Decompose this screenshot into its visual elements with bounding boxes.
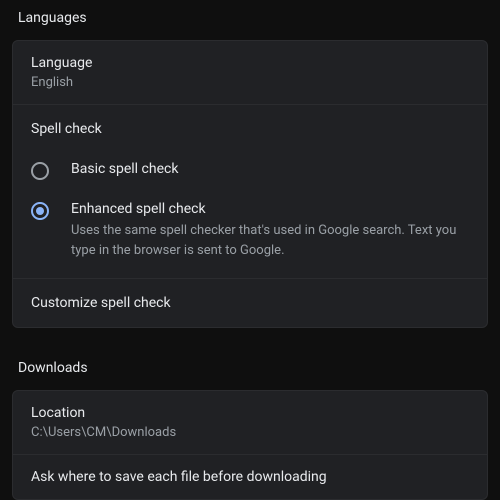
spellcheck-radio-group: Basic spell check Enhanced spell check U…: [13, 143, 487, 278]
download-ask-label: Ask where to save each file before downl…: [31, 469, 469, 485]
spellcheck-enhanced-desc: Uses the same spell checker that's used …: [71, 221, 469, 260]
radio-icon: [31, 162, 49, 180]
spellcheck-basic-option[interactable]: Basic spell check: [13, 151, 487, 191]
downloads-card: Location C:\Users\CM\Downloads Ask where…: [12, 390, 488, 500]
languages-section-title: Languages: [0, 0, 500, 40]
download-location-label: Location: [31, 405, 469, 421]
spellcheck-basic-label: Basic spell check: [71, 161, 469, 177]
customize-spellcheck-row[interactable]: Customize spell check: [13, 278, 487, 327]
spellcheck-enhanced-option[interactable]: Enhanced spell check Uses the same spell…: [13, 191, 487, 270]
language-row[interactable]: Language English: [13, 41, 487, 105]
language-row-value: English: [31, 75, 469, 90]
language-row-label: Language: [31, 55, 469, 71]
downloads-section-title: Downloads: [0, 350, 500, 390]
download-ask-row[interactable]: Ask where to save each file before downl…: [13, 455, 487, 499]
spellcheck-subhead: Spell check: [13, 105, 487, 143]
download-location-value: C:\Users\CM\Downloads: [31, 425, 469, 440]
radio-icon-selected: [31, 202, 49, 220]
spellcheck-enhanced-label: Enhanced spell check: [71, 201, 469, 217]
download-location-row[interactable]: Location C:\Users\CM\Downloads: [13, 391, 487, 455]
languages-card: Language English Spell check Basic spell…: [12, 40, 488, 328]
